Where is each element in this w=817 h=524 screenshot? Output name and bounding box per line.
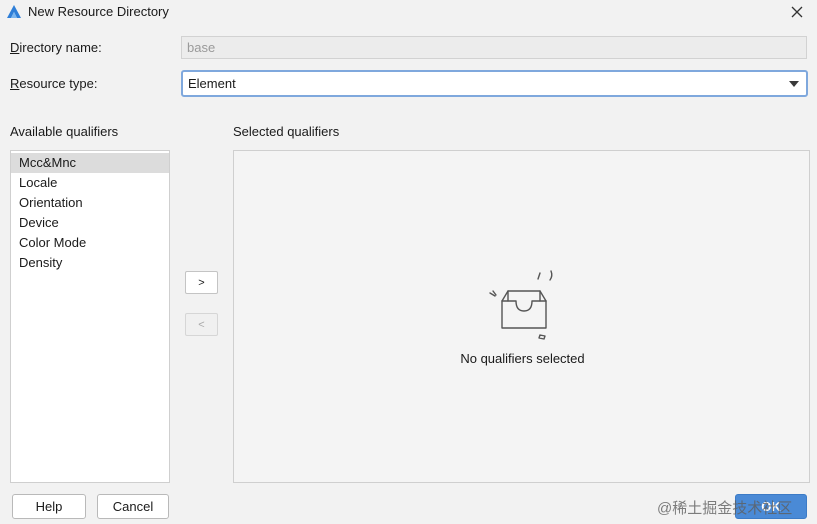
list-item[interactable]: Mcc&Mnc (11, 153, 169, 173)
resource-type-value: Element (188, 76, 236, 91)
empty-state-text: No qualifiers selected (460, 351, 585, 366)
directory-name-label: Directory name: (10, 40, 102, 55)
empty-box-icon (484, 264, 564, 344)
list-item[interactable]: Locale (11, 173, 169, 193)
cancel-button[interactable]: Cancel (97, 494, 169, 519)
selected-qualifiers-panel: No qualifiers selected (233, 150, 810, 483)
ok-button[interactable]: OK (735, 494, 807, 519)
list-item[interactable]: Orientation (11, 193, 169, 213)
list-item[interactable]: Density (11, 253, 169, 273)
add-qualifier-button[interactable]: > (185, 271, 218, 294)
directory-name-field[interactable]: base (181, 36, 807, 59)
resource-type-select[interactable]: Element (181, 70, 808, 97)
available-qualifiers-list[interactable]: Mcc&Mnc Locale Orientation Device Color … (10, 150, 170, 483)
remove-qualifier-button[interactable]: < (185, 313, 218, 336)
title-bar: New Resource Directory (0, 0, 817, 26)
available-qualifiers-label: Available qualifiers (10, 124, 119, 139)
list-item[interactable]: Color Mode (11, 233, 169, 253)
list-item[interactable]: Device (11, 213, 169, 233)
deveco-logo-icon (6, 4, 22, 20)
selected-qualifiers-label: Selected qualifiers (233, 124, 340, 139)
window-title: New Resource Directory (28, 4, 169, 19)
resource-type-label: Resource type: (10, 76, 98, 91)
chevron-down-icon (789, 81, 799, 87)
help-button[interactable]: Help (12, 494, 86, 519)
close-icon[interactable] (786, 2, 808, 22)
